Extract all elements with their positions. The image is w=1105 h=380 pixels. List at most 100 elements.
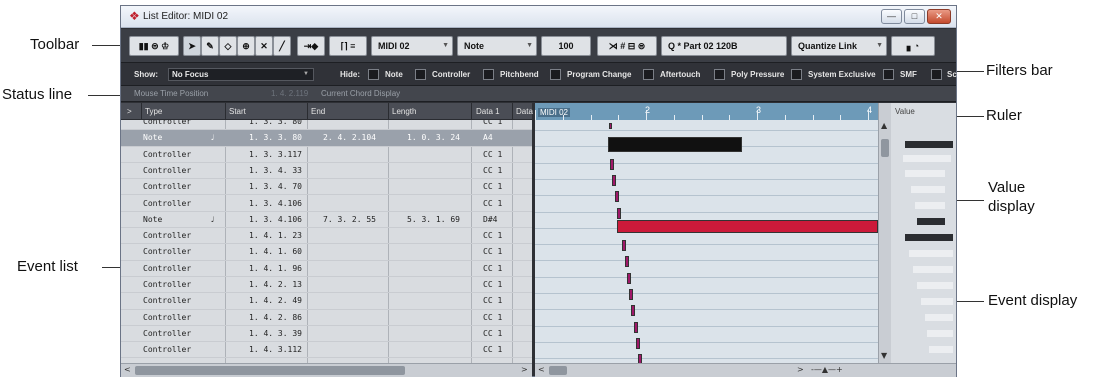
event-type-selector[interactable]: Note ▼ xyxy=(457,36,537,56)
filter-checkbox[interactable] xyxy=(714,69,725,80)
value-bar[interactable] xyxy=(913,266,953,273)
filter-checkbox[interactable] xyxy=(368,69,379,80)
value-bar[interactable] xyxy=(905,141,953,148)
table-row[interactable]: Controller 1. 4. 1. 23 CC 1 xyxy=(121,228,532,245)
window-layout-icon[interactable]: ▖◔ xyxy=(891,36,935,56)
value-bar[interactable] xyxy=(911,186,945,193)
autoscroll-icon[interactable]: ⇥◆ xyxy=(297,36,325,56)
table-row[interactable]: Controller 1. 4. 1. 96 CC 1 xyxy=(121,261,532,277)
value-bar[interactable] xyxy=(917,218,945,225)
table-row[interactable]: Controller 1. 4. 2. 49 CC 1 xyxy=(121,293,532,310)
filter-checkbox[interactable] xyxy=(791,69,802,80)
event-display-horizontal-scrollbar[interactable]: < > -—▲—+ xyxy=(535,363,956,377)
mute-tool-icon[interactable]: ✕ xyxy=(255,36,273,56)
value-bar[interactable] xyxy=(929,346,953,353)
scroll-right-icon[interactable]: > xyxy=(521,365,528,374)
value-bar[interactable] xyxy=(921,298,953,305)
controller-event[interactable] xyxy=(609,123,612,129)
scroll-thumb[interactable] xyxy=(549,366,567,375)
table-row[interactable]: Controller 1. 4. 1. 60 CC 1 xyxy=(121,244,532,261)
value-display[interactable]: Value xyxy=(891,103,956,363)
scroll-left-icon[interactable]: < xyxy=(538,365,545,374)
snap-icon[interactable]: ⋊ # ⊟ ⊜ xyxy=(597,36,657,56)
erase-tool-icon[interactable]: ◇ xyxy=(219,36,237,56)
value-bar[interactable] xyxy=(909,250,953,257)
close-button[interactable]: ✕ xyxy=(927,9,951,24)
value-bar[interactable] xyxy=(917,282,953,289)
controller-event[interactable] xyxy=(610,158,614,170)
controller-event[interactable] xyxy=(633,321,638,333)
value-bar[interactable] xyxy=(905,170,945,177)
controller-event[interactable] xyxy=(612,174,617,186)
table-row[interactable]: Note 1. 3. 3. 80 2. 4. 2.104 1. 0. 3. 24 A4 ♩ xyxy=(121,130,532,147)
controller-event[interactable] xyxy=(622,240,627,252)
event-list[interactable]: Controller 1. 3. 3. 80 CC 1 Note 1. 3. 3. 80… xyxy=(121,120,532,363)
draw-tool-icon[interactable]: ✎ xyxy=(201,36,219,56)
quantize-selector[interactable]: Quantize Link ▼ xyxy=(791,36,887,56)
table-row[interactable]: Controller 1. 3. 4. 33 CC 1 xyxy=(121,163,532,180)
expand-arrow-icon[interactable]: > xyxy=(127,107,132,116)
column-header-data1[interactable]: Data 1 xyxy=(476,107,500,116)
line-tool-icon[interactable]: ╱ xyxy=(273,36,291,56)
filter-checkbox[interactable] xyxy=(483,69,494,80)
controller-event[interactable] xyxy=(636,337,640,349)
column-header-length[interactable]: Length xyxy=(392,107,416,116)
value-bar[interactable] xyxy=(927,330,953,337)
table-row[interactable]: Controller 1. 3. 3.117 CC 1 xyxy=(121,147,532,163)
table-row[interactable]: Controller 1. 4. 2. 13 CC 1 xyxy=(121,277,532,294)
zoom-tool-icon[interactable]: ⊕ xyxy=(237,36,255,56)
value-bar[interactable] xyxy=(905,234,953,241)
ruler-tick xyxy=(812,115,814,120)
title-bar[interactable]: ❖ List Editor: MIDI 02 — □ ✕ xyxy=(121,6,956,28)
table-row[interactable]: Controller 1. 3. 3. 80 CC 1 xyxy=(121,120,532,131)
filter-checkbox[interactable] xyxy=(550,69,561,80)
table-row[interactable]: Controller 1. 4. 3.112 CC 1 xyxy=(121,342,532,359)
column-header-type[interactable]: Type xyxy=(145,107,162,116)
filter-checkbox[interactable] xyxy=(931,69,942,80)
column-header-start[interactable]: Start xyxy=(229,107,246,116)
scroll-thumb[interactable] xyxy=(881,139,889,157)
filter-checkbox[interactable] xyxy=(883,69,894,80)
show-focus-value: No Focus xyxy=(172,70,209,79)
controller-event[interactable] xyxy=(638,354,643,363)
value-bar[interactable] xyxy=(915,202,945,209)
note-event-selected[interactable] xyxy=(608,137,742,152)
inspector-toggle-icon[interactable]: ▮▮ ⊜ ♔ xyxy=(129,36,179,56)
part-selector[interactable]: Q * Part 02 120B xyxy=(661,36,787,56)
scroll-left-icon[interactable]: < xyxy=(124,365,131,374)
minimize-button[interactable]: — xyxy=(881,9,902,24)
note-event[interactable] xyxy=(617,220,878,233)
object-select-tool-icon[interactable]: ➤ xyxy=(183,36,201,56)
event-display[interactable]: MIDI 02 2 3 4 xyxy=(535,103,878,363)
velocity-field[interactable]: 100 xyxy=(541,36,591,56)
maximize-button[interactable]: □ xyxy=(904,9,925,24)
value-bar[interactable] xyxy=(903,155,951,162)
ruler[interactable]: MIDI 02 2 3 4 xyxy=(535,103,878,120)
scroll-up-icon[interactable]: ▲ xyxy=(881,121,887,130)
scroll-right-icon[interactable]: > xyxy=(797,365,804,374)
filter-checkbox[interactable] xyxy=(415,69,426,80)
event-display-vertical-scrollbar[interactable]: ▲ ▼ xyxy=(878,103,891,363)
event-list-horizontal-scrollbar[interactable]: < > xyxy=(121,363,532,377)
zoom-slider[interactable]: -—▲—+ xyxy=(811,365,843,374)
controller-event[interactable] xyxy=(614,191,619,203)
column-header-data2[interactable]: Data xyxy=(516,107,533,116)
controller-event[interactable] xyxy=(624,256,629,268)
value-bar[interactable] xyxy=(925,314,953,321)
table-row[interactable]: Controller 1. 3. 4. 70 CC 1 xyxy=(121,179,532,196)
controller-event[interactable] xyxy=(629,289,634,300)
scroll-down-icon[interactable]: ▼ xyxy=(881,351,887,360)
table-row[interactable]: Controller 1. 4. 3. 39 CC 1 xyxy=(121,326,532,343)
table-row[interactable]: Controller 1. 4. 2. 86 CC 1 xyxy=(121,310,532,326)
track-selector[interactable]: MIDI 02 ▼ xyxy=(371,36,453,56)
controller-event[interactable] xyxy=(631,305,636,317)
filter-checkbox[interactable] xyxy=(643,69,654,80)
part-borders-icon[interactable]: ⌈⌉ ≡ xyxy=(329,36,367,56)
column-header-end[interactable]: End xyxy=(311,107,325,116)
table-row[interactable]: Controller 1. 3. 4.106 CC 1 xyxy=(121,196,532,212)
controller-event[interactable] xyxy=(616,207,621,219)
controller-event[interactable] xyxy=(626,272,631,284)
table-row[interactable]: Note 1. 3. 4.106 7. 3. 2. 55 5. 3. 1. 69 D#4… xyxy=(121,212,532,229)
scroll-thumb[interactable] xyxy=(135,366,405,375)
show-focus-select[interactable]: No Focus ▼ xyxy=(168,68,314,81)
